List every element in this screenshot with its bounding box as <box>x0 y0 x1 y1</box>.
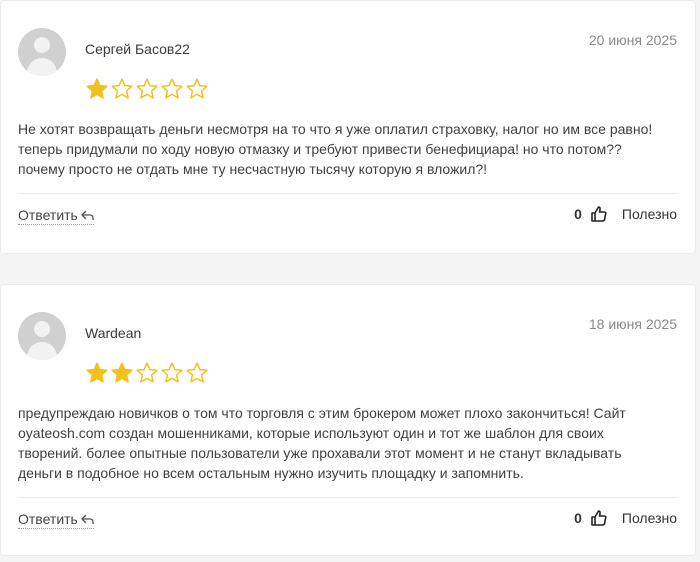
helpful-button[interactable]: Полезно <box>622 510 677 526</box>
reply-label: Ответить <box>18 207 78 223</box>
thumbs-up-icon[interactable] <box>590 509 608 527</box>
review-actions: 0 Полезно <box>574 205 677 223</box>
star-empty-icon <box>161 362 183 383</box>
divider <box>18 193 678 194</box>
review-author: Wardean <box>85 325 142 341</box>
reply-label: Ответить <box>18 511 78 527</box>
star-empty-icon <box>161 78 183 99</box>
avatar-icon <box>18 28 66 76</box>
review-date: 20 июня 2025 <box>588 32 677 48</box>
like-count: 0 <box>574 206 582 222</box>
star-empty-icon <box>111 78 133 99</box>
rating-stars <box>85 361 209 385</box>
review-text: предупреждаю новичков о том что торговля… <box>18 405 626 481</box>
reply-button[interactable]: Ответить <box>18 207 94 225</box>
star-filled-icon <box>111 362 133 383</box>
reply-arrow-icon <box>80 514 94 524</box>
star-empty-icon <box>186 78 208 99</box>
review-actions: 0 Полезно <box>574 509 677 527</box>
review-card: Wardean 18 июня 2025 предупреждаю новичк… <box>0 284 696 556</box>
review-author: Сергей Басов22 <box>85 41 190 57</box>
star-filled-icon <box>86 78 108 99</box>
star-empty-icon <box>136 362 158 383</box>
reply-button[interactable]: Ответить <box>18 511 94 529</box>
star-empty-icon <box>186 362 208 383</box>
like-count: 0 <box>574 510 582 526</box>
star-empty-icon <box>136 78 158 99</box>
thumbs-up-icon[interactable] <box>590 205 608 223</box>
star-filled-icon <box>86 362 108 383</box>
helpful-button[interactable]: Полезно <box>622 206 677 222</box>
review-text: Не хотят возвращать деньги несмотря на т… <box>18 121 653 177</box>
rating-stars <box>85 77 209 101</box>
review-date: 18 июня 2025 <box>588 316 677 332</box>
divider <box>18 497 678 498</box>
avatar-icon <box>18 312 66 360</box>
reply-arrow-icon <box>80 210 94 220</box>
review-card: Сергей Басов22 20 июня 2025 Не хотят воз… <box>0 0 696 254</box>
